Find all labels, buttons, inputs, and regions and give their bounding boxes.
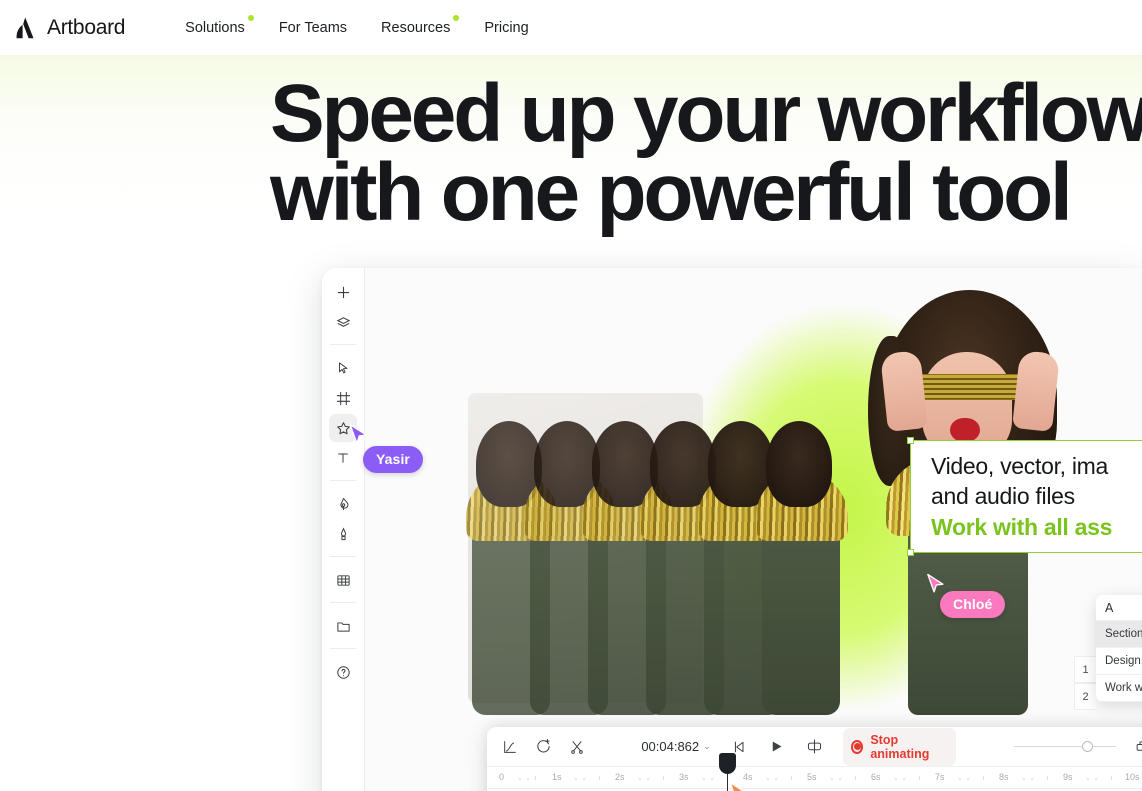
cursor-pointer-chloe-icon	[927, 573, 944, 593]
table-row[interactable]: Design,	[1096, 648, 1142, 675]
tool-rail	[322, 268, 364, 791]
cut-icon[interactable]	[564, 733, 589, 761]
selected-text-block[interactable]: Video, vector, ima and audio files Work …	[907, 437, 1142, 556]
ruler-tick: 7s	[935, 772, 945, 782]
artboard-logo-icon	[16, 16, 34, 38]
ruler-tick: 3s	[679, 772, 689, 782]
selection-handle[interactable]	[907, 549, 914, 556]
table-row[interactable]: Work wi	[1096, 675, 1142, 702]
duplicate-icon[interactable]	[1130, 733, 1142, 761]
folder-icon[interactable]	[329, 612, 357, 640]
page-root: Artboard Solutions For Teams Resources P…	[0, 0, 1142, 791]
sheet-row-number: 2	[1074, 683, 1096, 710]
ruler-tick: 0	[499, 772, 505, 782]
ruler-tick: 6s	[871, 772, 881, 782]
ruler-tick: 2s	[615, 772, 625, 782]
ruler-tick: 8s	[999, 772, 1009, 782]
pencil-icon[interactable]	[329, 520, 357, 548]
timecode-display[interactable]: 00:04:862 ⌄	[641, 739, 710, 754]
layers-icon[interactable]	[329, 308, 357, 336]
slider-track	[1014, 745, 1117, 748]
timeline-ruler[interactable]: 0 1s 2s 3s 4s 5s 6s 7s 8s 9s 10s	[487, 767, 1142, 789]
selection-handle[interactable]	[907, 437, 914, 444]
brand-logo[interactable]: Artboard	[12, 15, 125, 41]
page-title: Speed up your workflow with one powerful…	[270, 73, 1142, 238]
sheet-row-number: 1	[1074, 656, 1096, 683]
cursor-label-chloe: Chloé	[940, 591, 1006, 618]
rail-divider	[330, 556, 356, 557]
pen-icon[interactable]	[329, 490, 357, 518]
nav-link-solutions[interactable]: Solutions	[183, 14, 254, 40]
timeline-toolbar: 00:04:862 ⌄ Stop animating	[487, 727, 1142, 767]
nav-links: Solutions For Teams Resources Pricing	[183, 14, 531, 40]
sheet-cell-reference[interactable]: A	[1096, 595, 1142, 621]
ruler-tick: 9s	[1063, 772, 1073, 782]
table-icon[interactable]	[329, 566, 357, 594]
record-icon	[851, 739, 864, 754]
text-line-1: Video, vector, ima	[931, 453, 1108, 479]
brand-name: Artboard	[47, 15, 126, 39]
stop-animating-button[interactable]: Stop animating	[843, 727, 957, 766]
top-navbar: Artboard Solutions For Teams Resources P…	[0, 0, 1142, 55]
rail-divider	[330, 344, 356, 345]
timeline-panel: 00:04:862 ⌄ Stop animating 0 1s 2s 3s 4s…	[487, 727, 1142, 791]
cursor-pointer-emma-icon	[729, 781, 745, 791]
loop-icon[interactable]	[802, 733, 827, 761]
sheet-header-row: Section	[1096, 621, 1142, 648]
sheet-cell-value: Work wi	[1105, 682, 1142, 694]
keyframe-icon[interactable]	[530, 733, 555, 761]
nav-label: Pricing	[484, 19, 529, 36]
text-line-2: and audio files	[931, 483, 1075, 510]
spreadsheet-panel[interactable]: A Section Design, Work wi	[1096, 595, 1142, 702]
text-block-content: Video, vector, ima and audio files Work …	[931, 451, 1112, 542]
stop-animating-label: Stop animating	[870, 732, 930, 761]
nav-link-pricing[interactable]: Pricing	[482, 16, 530, 40]
ruler-tick: 10s	[1125, 772, 1140, 782]
cursor-label-yasir: Yasir	[363, 446, 423, 473]
cursor-icon[interactable]	[329, 354, 357, 382]
easing-icon[interactable]	[497, 733, 522, 761]
ruler-tick: 5s	[807, 772, 817, 782]
add-icon[interactable]	[329, 278, 357, 306]
zoom-slider[interactable]	[1014, 740, 1117, 754]
nav-dot-icon	[453, 14, 460, 21]
sheet-column-header: Section	[1105, 628, 1142, 640]
chevron-down-icon: ⌄	[703, 741, 711, 751]
headline-line-1: Speed up your workflow	[270, 68, 1142, 159]
playhead-handle[interactable]	[719, 753, 736, 774]
nav-dot-icon	[247, 14, 254, 21]
headline-line-2: with one powerful tool	[270, 146, 1073, 238]
nav-label: Resources	[381, 19, 451, 36]
ruler-tick: 1s	[552, 772, 562, 782]
motion-trail-frame	[756, 421, 848, 715]
play-icon[interactable]	[764, 733, 789, 761]
sheet-cell-value: Design,	[1105, 655, 1142, 667]
sheet-row-numbers: 1 2	[1074, 656, 1096, 710]
help-icon[interactable]	[329, 658, 357, 686]
text-line-3-accent: Work with all ass	[931, 513, 1113, 540]
rail-divider	[330, 602, 356, 603]
frame-icon[interactable]	[329, 384, 357, 412]
nav-link-resources[interactable]: Resources	[379, 14, 460, 40]
nav-label: Solutions	[185, 19, 245, 36]
hero-section: Speed up your workflow with one powerful…	[0, 55, 1142, 791]
nav-label: For Teams	[278, 19, 348, 36]
rail-divider	[330, 480, 356, 481]
cursor-pointer-yasir-icon	[349, 423, 368, 445]
nav-link-for-teams[interactable]: For Teams	[277, 16, 349, 40]
slider-knob[interactable]	[1082, 741, 1094, 752]
rail-divider	[330, 648, 356, 649]
timecode-value: 00:04:862	[641, 739, 700, 754]
